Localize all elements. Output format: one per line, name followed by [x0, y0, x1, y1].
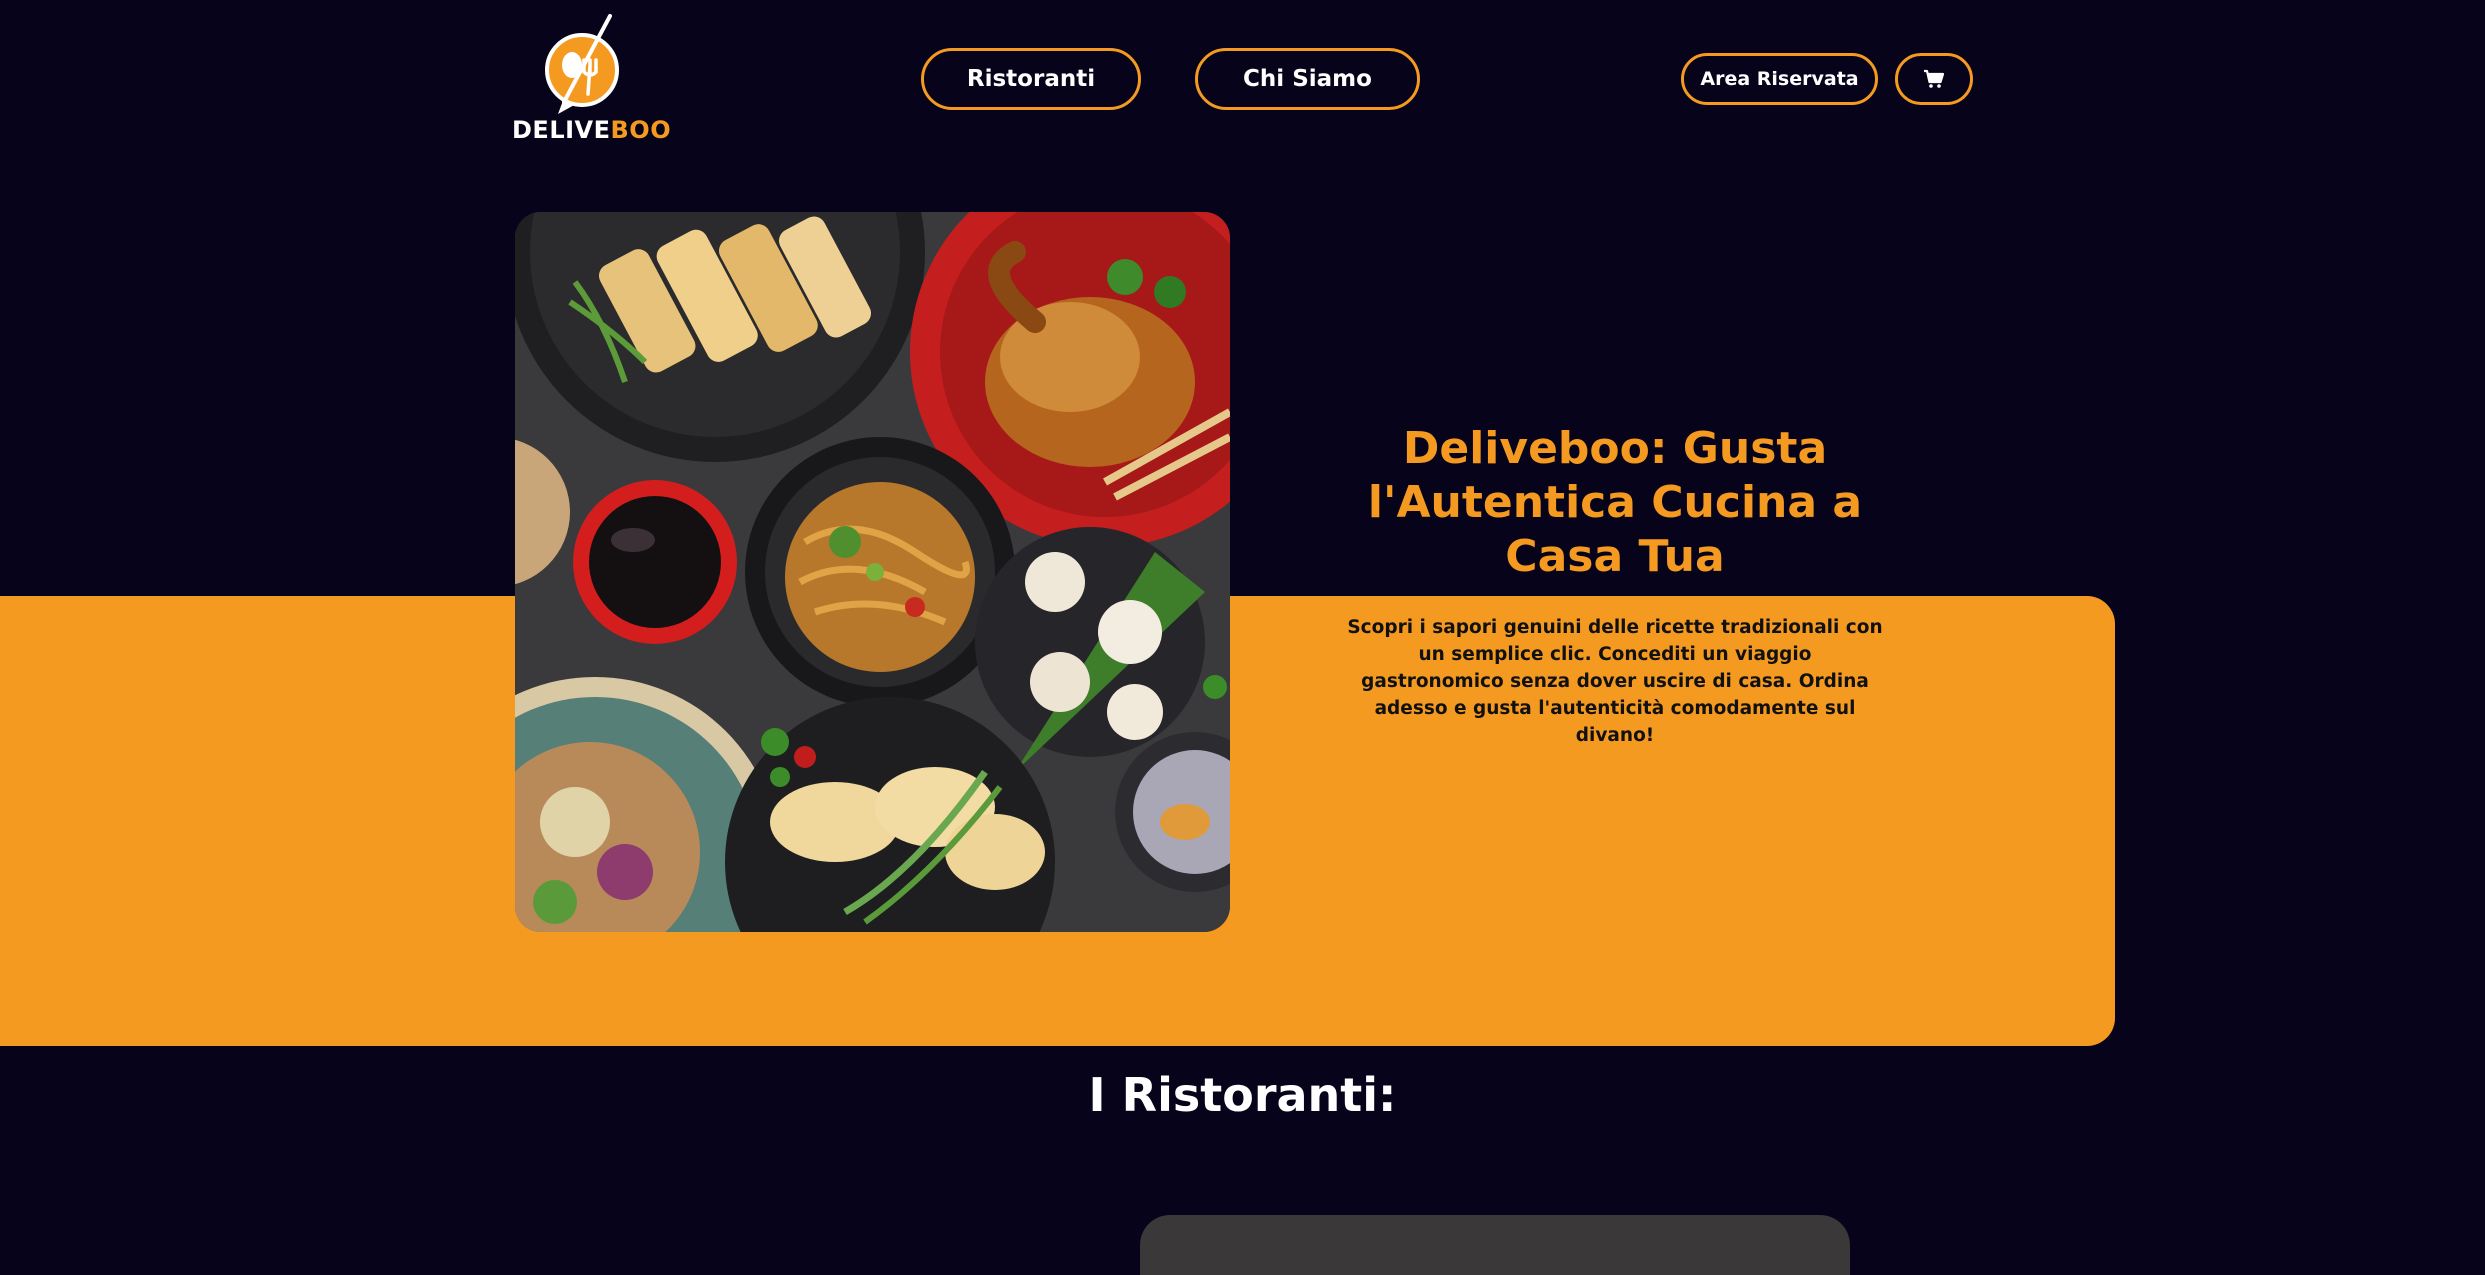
hero-title: Deliveboo: Gusta l'Autentica Cucina a Ca… [1367, 423, 1863, 582]
restaurants-section-title: I Ristoranti: [1088, 1068, 1397, 1122]
cart-icon [1924, 69, 1945, 88]
logo-icon [545, 14, 619, 114]
area-riservata-button[interactable]: Area Riservata [1681, 53, 1878, 105]
cart-button[interactable] [1895, 53, 1973, 105]
nav-chi-siamo-link[interactable]: Chi Siamo [1195, 48, 1420, 110]
nav-ristoranti-link[interactable]: Ristoranti [921, 48, 1141, 110]
hero-description: Scopri i sapori genuini delle ricette tr… [1347, 617, 1883, 746]
brand-logo[interactable]: DELIVEBOO [512, 10, 672, 145]
hero-food-image [515, 212, 1230, 932]
restaurant-card[interactable] [1140, 1215, 1850, 1275]
logo-text: DELIVEBOO [512, 116, 672, 144]
